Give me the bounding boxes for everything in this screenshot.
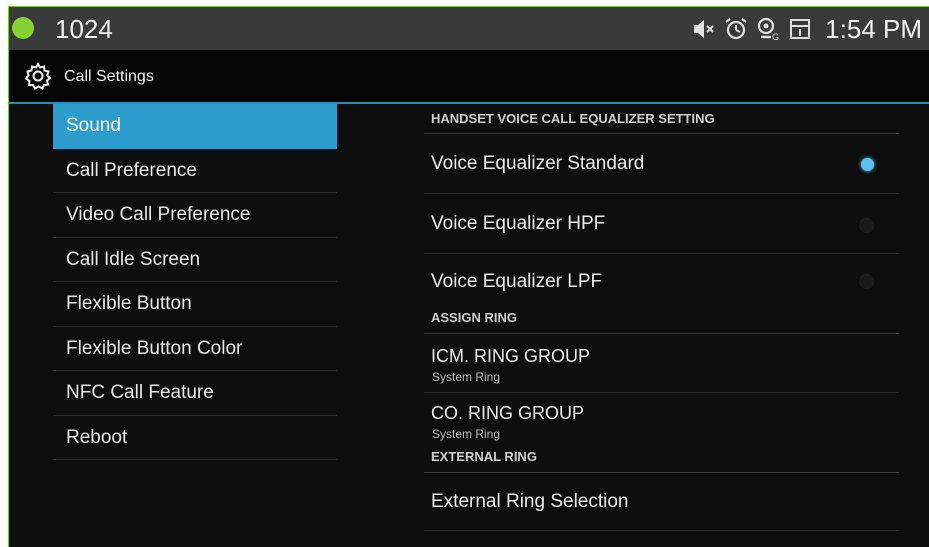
option-voice-eq-standard[interactable]: Voice Equalizer Standard: [424, 134, 899, 194]
page-title: Call Settings: [64, 68, 154, 85]
status-bar: 1024 G 1:54 PM: [9, 7, 929, 50]
option-label: Voice Equalizer HPF: [431, 213, 606, 234]
option-label: ICM. RING GROUP: [431, 346, 591, 366]
option-summary: System Ring: [432, 427, 501, 441]
gear-icon[interactable]: [23, 61, 53, 91]
radio-button-checked[interactable]: [861, 158, 874, 171]
option-summary: System Ring: [432, 370, 501, 384]
option-icm-ring-group[interactable]: ICM. RING GROUP System Ring: [424, 334, 899, 393]
screen-icon: [790, 19, 811, 39]
menu-item-sound[interactable]: Sound: [53, 104, 337, 149]
alarm-icon: [725, 18, 747, 40]
option-voice-eq-hpf[interactable]: Voice Equalizer HPF: [424, 194, 899, 254]
status-indicator-icon: [12, 17, 34, 39]
section-header-assign-ring: ASSIGN RING: [424, 306, 899, 334]
option-label: CO. RING GROUP: [431, 403, 585, 423]
action-bar: Call Settings: [9, 50, 929, 104]
menu-item-flexible-button-color[interactable]: Flexible Button Color: [53, 327, 337, 371]
status-icons: G 1:54 PM: [691, 13, 922, 45]
menu-item-call-idle-screen[interactable]: Call Idle Screen: [53, 238, 337, 282]
menu-item-nfc-call-feature[interactable]: NFC Call Feature: [53, 371, 337, 416]
radio-button[interactable]: [859, 218, 874, 233]
settings-menu: Sound Call Preference Video Call Prefere…: [53, 104, 337, 460]
settings-panel: HANDSET VOICE CALL EQUALIZER SETTING Voi…: [424, 104, 899, 531]
sim-location-icon: G: [758, 17, 779, 42]
menu-item-call-preference[interactable]: Call Preference: [53, 149, 337, 193]
radio-button[interactable]: [859, 274, 874, 289]
svg-text:G: G: [772, 32, 779, 42]
section-header-external-ring: EXTERNAL RING: [424, 445, 899, 473]
option-voice-eq-lpf[interactable]: Voice Equalizer LPF: [424, 254, 899, 306]
menu-item-reboot[interactable]: Reboot: [53, 416, 337, 460]
option-external-ring-selection[interactable]: External Ring Selection: [424, 473, 899, 531]
section-header-equalizer: HANDSET VOICE CALL EQUALIZER SETTING: [424, 104, 899, 134]
status-time: 1:54 PM: [825, 13, 922, 44]
mute-icon: [694, 20, 714, 38]
option-label: Voice Equalizer LPF: [431, 271, 603, 292]
option-label: Voice Equalizer Standard: [431, 153, 645, 174]
menu-item-flexible-button[interactable]: Flexible Button: [53, 282, 337, 327]
status-number: 1024: [55, 14, 113, 44]
menu-item-video-call-preference[interactable]: Video Call Preference: [53, 193, 337, 238]
device-screen: 1024 G 1:54 PM Call Settings Sound Call …: [8, 6, 929, 547]
option-co-ring-group[interactable]: CO. RING GROUP System Ring: [424, 393, 899, 445]
